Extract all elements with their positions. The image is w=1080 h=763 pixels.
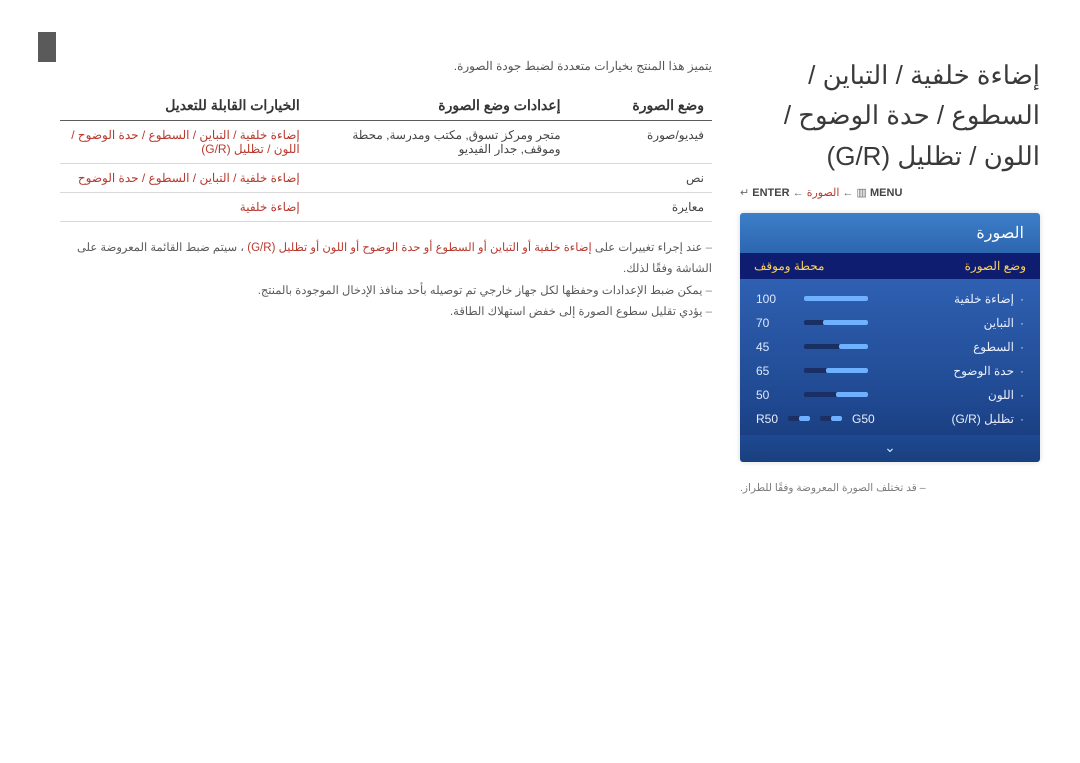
menu-key: MENU — [870, 187, 902, 199]
cell-mode: فيديو/صورة — [569, 121, 712, 164]
chapter-marker — [38, 32, 56, 62]
osd-label-tint: تظليل (G/R) — [883, 412, 1024, 426]
osd-row[interactable]: إضاءة خلفية 100 — [756, 287, 1024, 311]
chevron-down-icon: ⌄ — [884, 439, 896, 455]
osd-body: إضاءة خلفية 100 التباين 70 السطوع 45 حدة الوضو… — [740, 279, 1040, 435]
osd-g-bar — [820, 416, 842, 421]
cell-mode: نص — [569, 164, 712, 193]
osd-label: اللون — [876, 388, 1024, 402]
notes: عند إجراء تغييرات على إضاءة خلفية أو الت… — [60, 238, 712, 323]
osd-panel: الصورة وضع الصورة محطة وموقف إضاءة خلفية… — [740, 213, 1040, 462]
footnote: – قد تختلف الصورة المعروضة وفقًا للطراز. — [740, 482, 926, 494]
osd-bar — [804, 344, 868, 349]
cell-adjustable: إضاءة خلفية / التباين / السطوع / حدة الو… — [60, 121, 308, 164]
osd-value: 45 — [756, 340, 790, 354]
osd-row[interactable]: السطوع 45 — [756, 335, 1024, 359]
menu-icon: ▥ — [857, 187, 867, 199]
osd-subheader: وضع الصورة محطة وموقف — [740, 253, 1040, 279]
cell-settings — [308, 164, 569, 193]
osd-row[interactable]: حدة الوضوح 65 — [756, 359, 1024, 383]
page-title: إضاءة خلفية / التباين / السطوع / حدة الو… — [740, 55, 1040, 176]
table-row: نص إضاءة خلفية / التباين / السطوع / حدة ا… — [60, 164, 712, 193]
cell-settings — [308, 193, 569, 222]
osd-sub-left: وضع الصورة — [890, 253, 1040, 279]
osd-bar — [804, 392, 868, 397]
osd-r-label: R50 — [756, 412, 778, 426]
th-settings: إعدادات وضع الصورة — [308, 91, 569, 121]
osd-label: السطوع — [876, 340, 1024, 354]
osd-row[interactable]: اللون 50 — [756, 383, 1024, 407]
osd-g-label: G50 — [852, 412, 875, 426]
table-row: معايرة إضاءة خلفية — [60, 193, 712, 222]
note-2: يمكن ضبط الإعدادات وحفظها لكل جهاز خارجي… — [60, 281, 712, 302]
osd-value: 50 — [756, 388, 790, 402]
osd-row-tint[interactable]: تظليل (G/R) G50 R50 — [756, 407, 1024, 431]
osd-value: 70 — [756, 316, 790, 330]
osd-title: الصورة — [740, 213, 1040, 253]
breadcrumb: MENU ▥ ← الصورة ← ENTER ↵ — [740, 186, 902, 199]
arrow-icon: ← — [793, 187, 804, 199]
osd-sub-right: محطة وموقف — [740, 253, 890, 279]
breadcrumb-picture: الصورة — [807, 187, 840, 199]
osd-bar — [804, 368, 868, 373]
note-3: يؤدي تقليل سطوع الصورة إلى خفض استهلاك ا… — [60, 302, 712, 323]
cell-adjustable: إضاءة خلفية — [60, 193, 308, 222]
osd-r-bar — [788, 416, 810, 421]
osd-label: حدة الوضوح — [876, 364, 1024, 378]
osd-bar — [804, 296, 868, 301]
note-1: عند إجراء تغييرات على إضاءة خلفية أو الت… — [60, 238, 712, 281]
osd-footer[interactable]: ⌄ — [740, 435, 1040, 462]
enter-key: ENTER — [752, 187, 789, 199]
cell-settings: متجر ومركز تسوق, مكتب ومدرسة, محطة وموقف… — [308, 121, 569, 164]
osd-label: التباين — [876, 316, 1024, 330]
intro-text: يتميز هذا المنتج بخيارات متعددة لضبط جود… — [60, 59, 712, 73]
options-table: وضع الصورة إعدادات وضع الصورة الخيارات ا… — [60, 91, 712, 222]
table-row: فيديو/صورةمتجر ومركز تسوق, مكتب ومدرسة, … — [60, 121, 712, 164]
osd-value: 100 — [756, 292, 790, 306]
th-adjustable: الخيارات القابلة للتعديل — [60, 91, 308, 121]
cell-adjustable: إضاءة خلفية / التباين / السطوع / حدة الو… — [60, 164, 308, 193]
osd-value: 65 — [756, 364, 790, 378]
enter-icon: ↵ — [740, 187, 749, 199]
osd-bar — [804, 320, 868, 325]
th-mode: وضع الصورة — [569, 91, 712, 121]
cell-mode: معايرة — [569, 193, 712, 222]
arrow-icon: ← — [842, 187, 853, 199]
osd-label: إضاءة خلفية — [876, 292, 1024, 306]
osd-row[interactable]: التباين 70 — [756, 311, 1024, 335]
